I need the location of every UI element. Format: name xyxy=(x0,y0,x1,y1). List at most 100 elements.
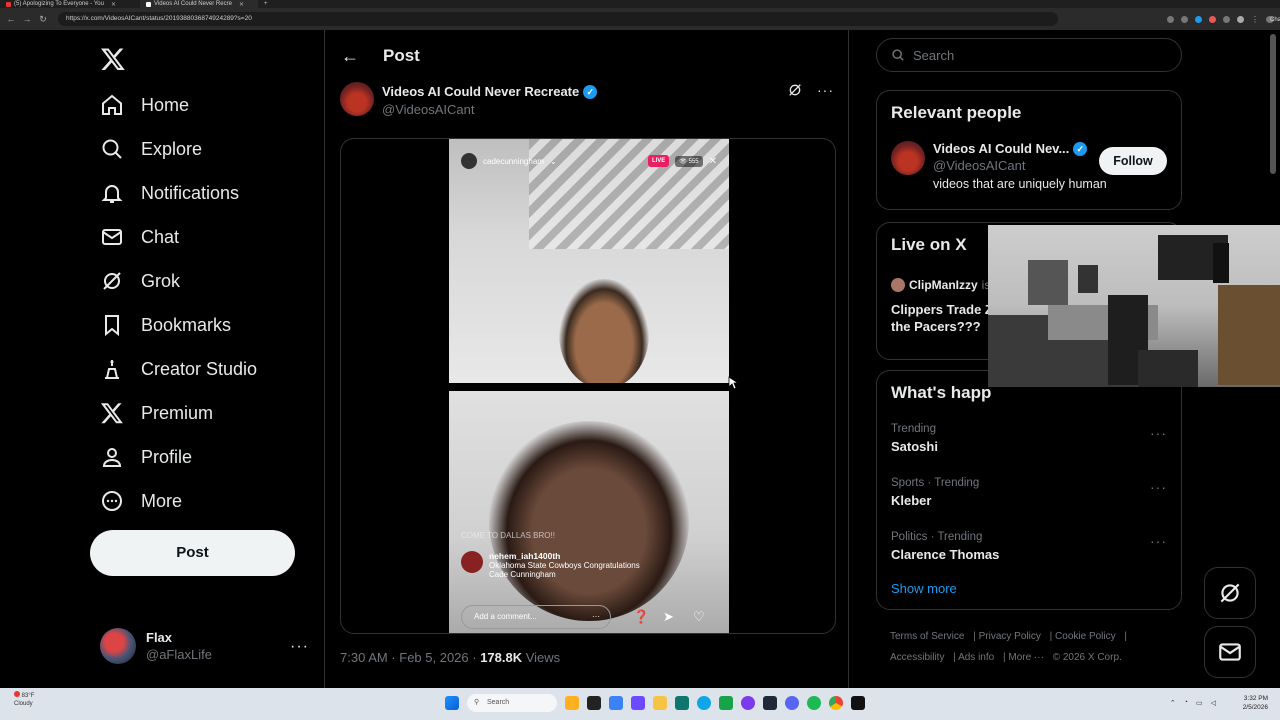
app-icon[interactable] xyxy=(719,696,733,710)
windows-start-icon[interactable] xyxy=(445,696,459,710)
nav-notifications[interactable]: Notifications xyxy=(100,173,239,213)
app-icon[interactable] xyxy=(785,696,799,710)
nav-label: Grok xyxy=(141,270,181,291)
search-input[interactable]: Search xyxy=(876,38,1182,72)
volume-icon[interactable]: ◁ xyxy=(1211,699,1216,707)
folder-icon[interactable] xyxy=(653,696,667,710)
post-author[interactable]: Videos AI Could Never Recreate ✓ @Videos… xyxy=(340,82,598,117)
chrome-icon[interactable] xyxy=(829,696,843,710)
app-icon[interactable] xyxy=(587,696,601,710)
back-arrow-icon[interactable]: ← xyxy=(341,46,359,67)
more-options-icon: ··· xyxy=(592,612,600,621)
browser-tab-active[interactable]: Videos AI Could Never Recre ✕ xyxy=(140,0,258,8)
taskbar-clock[interactable]: 3:32 PM 2/5/2026 xyxy=(1243,694,1268,712)
trend-more-icon[interactable]: ··· xyxy=(1150,533,1167,549)
new-tab-button[interactable]: + xyxy=(258,0,274,8)
x-logo-icon[interactable] xyxy=(100,46,126,72)
grok-fab[interactable] xyxy=(1204,567,1256,619)
person-name[interactable]: Videos AI Could Nev... xyxy=(933,141,1069,156)
nav-chat[interactable]: Chat xyxy=(100,217,179,257)
post-video[interactable]: cadecunningham ⌄ LIVE 👁 555 ✕ COME TO DA… xyxy=(340,138,836,634)
wifi-icon[interactable]: ◔ xyxy=(1184,699,1188,707)
author-name[interactable]: Videos AI Could Never Recreate xyxy=(382,84,579,99)
more-options-icon[interactable]: ··· xyxy=(817,82,834,98)
mouse-cursor-icon xyxy=(728,376,738,390)
profile-avatar-icon[interactable] xyxy=(1237,15,1244,23)
chat-button[interactable]: Chat xyxy=(1266,15,1280,23)
app-icon[interactable] xyxy=(609,696,623,710)
back-icon[interactable]: ← xyxy=(6,14,16,24)
author-handle[interactable]: @VideosAICant xyxy=(382,102,597,117)
show-more-link[interactable]: Show more xyxy=(891,581,957,596)
grok-icon[interactable] xyxy=(787,82,803,98)
home-icon xyxy=(102,94,122,115)
live-host[interactable]: ClipManIzzy is xyxy=(891,278,990,292)
app-icon[interactable] xyxy=(631,696,645,710)
edge-icon[interactable] xyxy=(697,696,711,710)
address-bar[interactable]: https://x.com/VideosAICant/status/201938… xyxy=(58,12,1058,26)
trend-more-icon[interactable]: ··· xyxy=(1150,479,1167,495)
nav-profile[interactable]: Profile xyxy=(100,437,192,477)
taskbar-search[interactable]: ⚲ Search xyxy=(467,694,557,712)
trend-item[interactable]: Trending Satoshi xyxy=(891,423,938,454)
live-stream-title[interactable]: Clippers Trade Z the Pacers??? xyxy=(891,301,1001,335)
extension-icon[interactable] xyxy=(1167,15,1174,23)
account-more-icon[interactable]: ··· xyxy=(290,638,309,656)
menu-icon[interactable]: ⋮ xyxy=(1251,15,1259,24)
video-frame-bottom: COME TO DALLAS BRO!! nehem_iah1400th Okl… xyxy=(449,391,729,633)
avatar[interactable] xyxy=(891,141,925,175)
extension-icon[interactable] xyxy=(1181,15,1188,23)
app-icon[interactable] xyxy=(851,696,865,710)
messages-fab[interactable] xyxy=(1204,626,1256,678)
nav-label: Explore xyxy=(141,138,203,159)
close-tab-icon[interactable]: ✕ xyxy=(239,1,244,8)
app-icon[interactable] xyxy=(741,696,755,710)
follow-button[interactable]: Follow xyxy=(1099,147,1167,175)
post-button[interactable]: Post xyxy=(90,530,295,576)
nav-premium[interactable]: Premium xyxy=(100,393,213,433)
nav-creator-studio[interactable]: Creator Studio xyxy=(100,349,257,389)
person-handle: @VideosAICant xyxy=(933,158,1026,173)
nav-bookmarks[interactable]: Bookmarks xyxy=(100,305,231,345)
page-scrollbar[interactable] xyxy=(1270,34,1276,174)
battery-icon[interactable]: ▭ xyxy=(1196,699,1203,707)
app-icon[interactable] xyxy=(565,696,579,710)
page-title: Post xyxy=(383,46,420,65)
trend-more-icon[interactable]: ··· xyxy=(1150,425,1167,441)
forward-icon[interactable]: → xyxy=(22,14,32,24)
reload-icon[interactable]: ↻ xyxy=(38,14,48,25)
nav-explore[interactable]: Explore xyxy=(100,129,202,169)
system-tray: ⌃ ◔ ▭ ◁ xyxy=(1170,699,1216,707)
footer-link[interactable]: More ··· xyxy=(1008,652,1044,663)
nav-more[interactable]: More xyxy=(100,481,182,521)
live-badge: LIVE xyxy=(647,155,670,167)
youtube-icon xyxy=(6,1,11,7)
weather-widget[interactable]: 83°F Cloudy xyxy=(14,691,34,708)
account-switcher[interactable]: Flax @aFlaxLife xyxy=(100,628,212,664)
bookmark-icon xyxy=(105,315,119,337)
extension-icon[interactable] xyxy=(1195,15,1202,23)
avatar[interactable] xyxy=(340,82,374,116)
person-row[interactable]: Videos AI Could Nev... ✓ @VideosAICant vi… xyxy=(891,141,1107,191)
nav-grok[interactable]: Grok xyxy=(100,261,180,301)
footer-link[interactable]: Ads info xyxy=(958,652,994,663)
browser-tab-bar: (5) Apologizing To Everyone - You ✕ Vide… xyxy=(0,0,1280,8)
footer-link[interactable]: Cookie Policy xyxy=(1055,631,1116,642)
relevant-people-card: Relevant people Videos AI Could Nev... ✓ … xyxy=(876,90,1182,210)
app-icon[interactable] xyxy=(763,696,777,710)
chevron-up-icon[interactable]: ⌃ xyxy=(1170,699,1176,707)
footer-link[interactable]: Terms of Service xyxy=(890,631,964,642)
footer-link[interactable]: Privacy Policy xyxy=(979,631,1041,642)
nav-home[interactable]: Home xyxy=(100,85,189,125)
trend-item[interactable]: Sports · Trending Kleber xyxy=(891,477,979,508)
extension-icon[interactable] xyxy=(1209,15,1216,23)
close-tab-icon[interactable]: ✕ xyxy=(111,1,116,8)
footer-links: Terms of Service | Privacy Policy | Cook… xyxy=(890,631,1128,663)
footer-link[interactable]: Accessibility xyxy=(890,652,944,663)
browser-tab[interactable]: (5) Apologizing To Everyone - You ✕ xyxy=(0,0,140,8)
app-icon[interactable] xyxy=(675,696,689,710)
extension-icon[interactable] xyxy=(1223,15,1230,23)
avatar xyxy=(100,628,136,664)
spotify-icon[interactable] xyxy=(807,696,821,710)
trend-item[interactable]: Politics · Trending Clarence Thomas xyxy=(891,531,999,562)
